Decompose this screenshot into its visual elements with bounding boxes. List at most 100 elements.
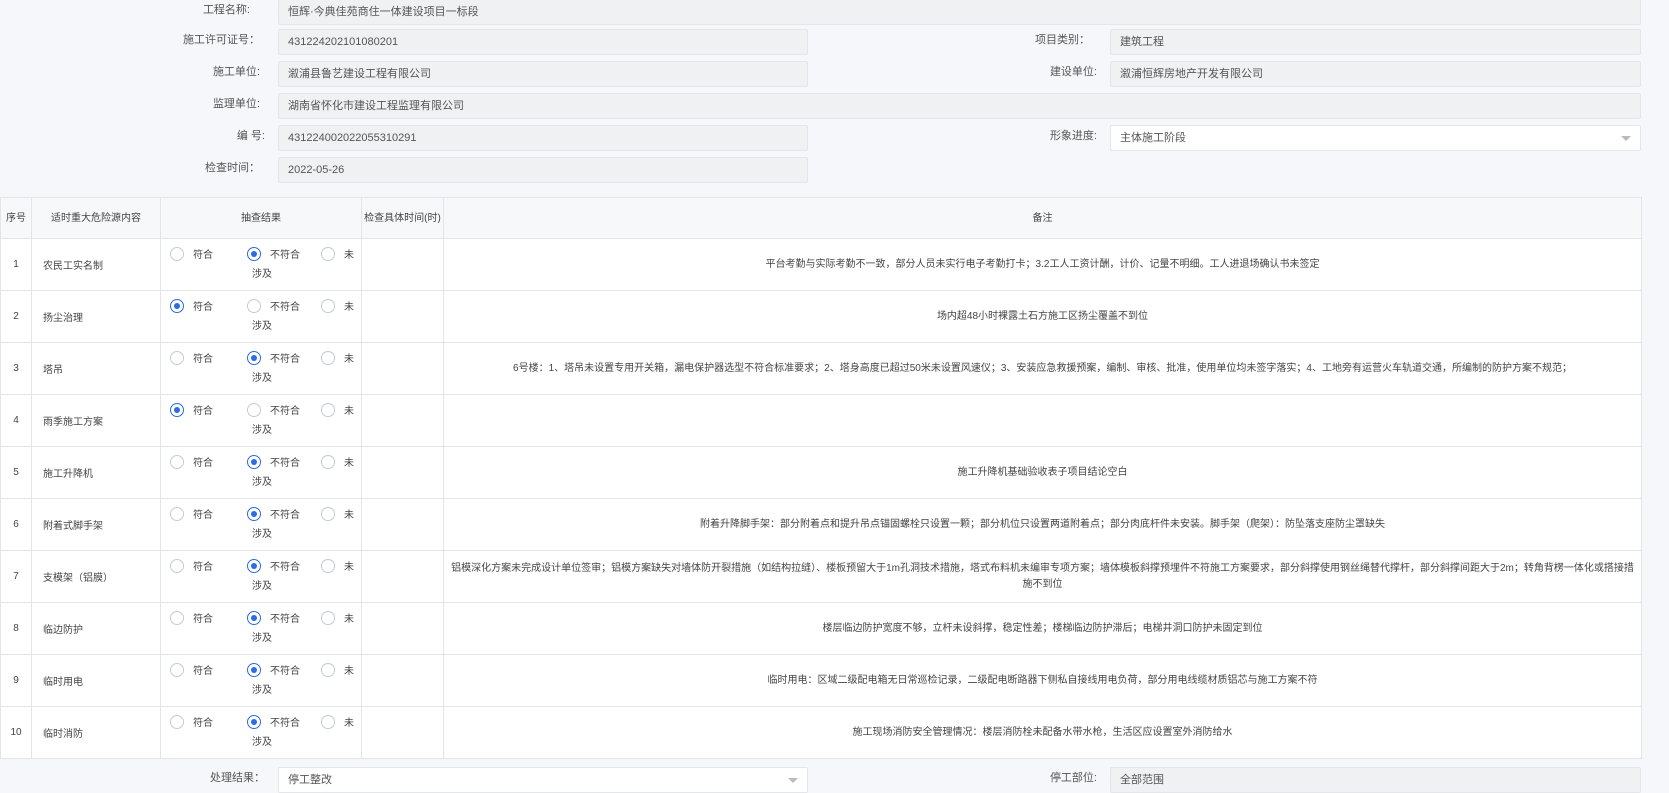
radio-fail[interactable]: 不符合	[247, 298, 321, 318]
radio-circle-icon[interactable]	[321, 298, 335, 313]
radio-ok[interactable]: 符合	[170, 714, 247, 734]
radio-circle-icon[interactable]	[321, 350, 335, 365]
radio-na[interactable]: 未	[321, 350, 354, 370]
radio-circle-icon[interactable]	[321, 610, 335, 625]
radio-circle-icon[interactable]	[247, 246, 261, 261]
radio-circle-icon[interactable]	[321, 246, 335, 261]
row-check-time[interactable]	[361, 394, 444, 447]
radio-circle-icon[interactable]	[170, 558, 184, 573]
radio-ok[interactable]: 符合	[170, 662, 247, 682]
radio-circle-icon[interactable]	[170, 662, 184, 677]
radio-fail[interactable]: 不符合	[247, 506, 321, 526]
radio-circle-icon[interactable]	[170, 298, 184, 313]
radio-circle-icon[interactable]	[321, 402, 335, 417]
radio-na-label-2: 涉及	[252, 372, 272, 384]
col-header-no: 序号	[0, 197, 32, 239]
radio-na-label-2: 涉及	[252, 268, 272, 280]
radio-na-label-1: 未	[344, 613, 354, 625]
radio-circle-icon[interactable]	[170, 714, 184, 729]
radio-circle-icon[interactable]	[170, 506, 184, 521]
row-item: 临时用电	[31, 654, 161, 707]
radio-circle-icon[interactable]	[247, 350, 261, 365]
radio-circle-icon[interactable]	[170, 350, 184, 365]
radio-ok[interactable]: 符合	[170, 558, 247, 578]
radio-na[interactable]: 未	[321, 558, 354, 578]
radio-ok-label: 符合	[193, 353, 213, 365]
radio-circle-icon[interactable]	[247, 558, 261, 573]
radio-na-label-2: 涉及	[252, 320, 272, 332]
builder-field[interactable]: 溆浦县鲁艺建设工程有限公司	[278, 61, 808, 87]
stop-part-field[interactable]: 全部范围	[1110, 767, 1641, 793]
row-check-time[interactable]	[361, 602, 444, 655]
radio-fail[interactable]: 不符合	[247, 454, 321, 474]
radio-na-label-1: 未	[344, 301, 354, 313]
radio-fail[interactable]: 不符合	[247, 558, 321, 578]
radio-circle-icon[interactable]	[321, 662, 335, 677]
radio-ok[interactable]: 符合	[170, 610, 247, 630]
radio-circle-icon[interactable]	[321, 714, 335, 729]
row-check-time[interactable]	[361, 446, 444, 499]
check-time-field[interactable]: 2022-05-26	[278, 157, 808, 183]
permit-label: 施工许可证号：	[183, 34, 260, 46]
radio-fail[interactable]: 不符合	[247, 610, 321, 630]
radio-ok[interactable]: 符合	[170, 454, 247, 474]
row-check-time[interactable]	[361, 342, 444, 395]
radio-na[interactable]: 未	[321, 714, 354, 734]
radio-na[interactable]: 未	[321, 662, 354, 682]
radio-fail[interactable]: 不符合	[247, 662, 321, 682]
radio-circle-icon[interactable]	[247, 662, 261, 677]
row-check-time[interactable]	[361, 550, 444, 603]
radio-fail-label: 不符合	[270, 665, 300, 677]
row-check-time[interactable]	[361, 654, 444, 707]
radio-circle-icon[interactable]	[247, 298, 261, 313]
radio-fail-label: 不符合	[270, 717, 300, 729]
result-select[interactable]: 停工整改	[278, 767, 808, 793]
radio-na[interactable]: 未	[321, 454, 354, 474]
radio-circle-icon[interactable]	[247, 402, 261, 417]
owner-field[interactable]: 溆浦恒辉房地产开发有限公司	[1110, 61, 1641, 87]
row-check-time[interactable]	[361, 290, 444, 343]
radio-ok[interactable]: 符合	[170, 350, 247, 370]
col-header-time: 检查具体时间(时)	[361, 197, 444, 239]
radio-na[interactable]: 未	[321, 402, 354, 422]
radio-circle-icon[interactable]	[170, 610, 184, 625]
row-number: 5	[0, 446, 32, 499]
radio-ok[interactable]: 符合	[170, 246, 247, 266]
radio-fail[interactable]: 不符合	[247, 246, 321, 266]
radio-circle-icon[interactable]	[170, 402, 184, 417]
radio-fail[interactable]: 不符合	[247, 714, 321, 734]
permit-field[interactable]: 431224202101080201	[278, 29, 808, 55]
project-name-row: 工程名称: 恒辉·今典佳苑商住一体建设项目一标段	[0, 0, 1669, 25]
radio-circle-icon[interactable]	[247, 714, 261, 729]
radio-circle-icon[interactable]	[321, 454, 335, 469]
radio-circle-icon[interactable]	[170, 454, 184, 469]
radio-circle-icon[interactable]	[170, 246, 184, 261]
category-field[interactable]: 建筑工程	[1110, 29, 1641, 55]
radio-circle-icon[interactable]	[247, 454, 261, 469]
radio-ok[interactable]: 符合	[170, 506, 247, 526]
radio-circle-icon[interactable]	[321, 558, 335, 573]
supervisor-label: 监理单位:	[212, 98, 260, 110]
radio-ok-label: 符合	[193, 405, 213, 417]
progress-select[interactable]: 主体施工阶段	[1110, 125, 1641, 151]
radio-circle-icon[interactable]	[321, 506, 335, 521]
radio-circle-icon[interactable]	[247, 610, 261, 625]
radio-ok[interactable]: 符合	[170, 298, 247, 318]
number-field[interactable]: 431224002022055310291	[278, 125, 808, 151]
radio-na[interactable]: 未	[321, 506, 354, 526]
supervisor-field[interactable]: 湖南省怀化市建设工程监理有限公司	[278, 93, 1641, 119]
row-check-time[interactable]	[361, 238, 444, 291]
col-header-item: 适时重大危险源内容	[31, 197, 161, 239]
radio-ok[interactable]: 符合	[170, 402, 247, 422]
radio-circle-icon[interactable]	[247, 506, 261, 521]
table-row: 3 塔吊 符合 不符合 未涉及 6号楼：1、塔吊未设置专用开关箱，漏电保护器选型不符合标准…	[0, 342, 1642, 395]
project-name-field[interactable]: 恒辉·今典佳苑商住一体建设项目一标段	[278, 0, 1641, 25]
row-check-time[interactable]	[361, 498, 444, 551]
radio-na[interactable]: 未	[321, 246, 354, 266]
radio-na[interactable]: 未	[321, 610, 354, 630]
radio-fail[interactable]: 不符合	[247, 402, 321, 422]
radio-fail[interactable]: 不符合	[247, 350, 321, 370]
row-check-time[interactable]	[361, 706, 444, 759]
radio-na[interactable]: 未	[321, 298, 354, 318]
row-number: 9	[0, 654, 32, 707]
